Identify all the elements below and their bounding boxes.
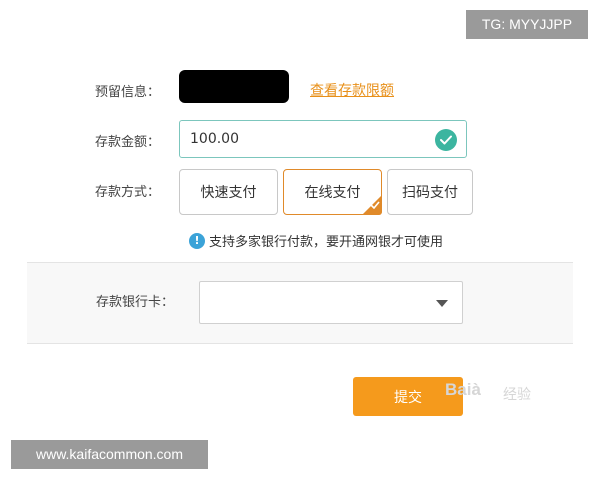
method-scan-pay-label: 扫码支付	[402, 185, 458, 201]
amount-value: 100.00	[190, 131, 239, 147]
bank-card-label: 存款银行卡：	[96, 295, 175, 310]
chevron-down-icon	[436, 300, 448, 307]
amount-input[interactable]: 100.00	[179, 120, 467, 158]
bank-notice: ! 支持多家银行付款，要开通网银才可使用	[189, 231, 443, 250]
amount-label: 存款金额：	[95, 135, 161, 150]
method-label: 存款方式：	[95, 185, 161, 200]
jingyan-watermark: 经验	[503, 387, 531, 403]
bank-card-select[interactable]	[199, 281, 463, 324]
selected-check-icon	[362, 195, 382, 215]
method-fast-pay-button[interactable]: 快速支付	[179, 169, 278, 215]
method-online-pay-button[interactable]: 在线支付	[283, 169, 382, 215]
method-fast-pay-label: 快速支付	[200, 185, 257, 201]
view-deposit-limit-link[interactable]: 查看存款限额	[310, 80, 394, 100]
reserved-info-label: 预留信息：	[95, 85, 161, 100]
method-scan-pay-button[interactable]: 扫码支付	[387, 169, 473, 215]
site-watermark: www.kaifacommon.com	[11, 440, 208, 469]
tg-watermark: TG: MYYJJPP	[466, 10, 588, 39]
method-online-pay-label: 在线支付	[304, 185, 361, 201]
bank-notice-text: 支持多家银行付款，要开通网银才可使用	[209, 235, 444, 250]
baidu-watermark: Baià	[445, 380, 481, 399]
redacted-info	[179, 70, 289, 103]
valid-check-icon	[435, 129, 457, 151]
info-icon: !	[189, 232, 205, 249]
